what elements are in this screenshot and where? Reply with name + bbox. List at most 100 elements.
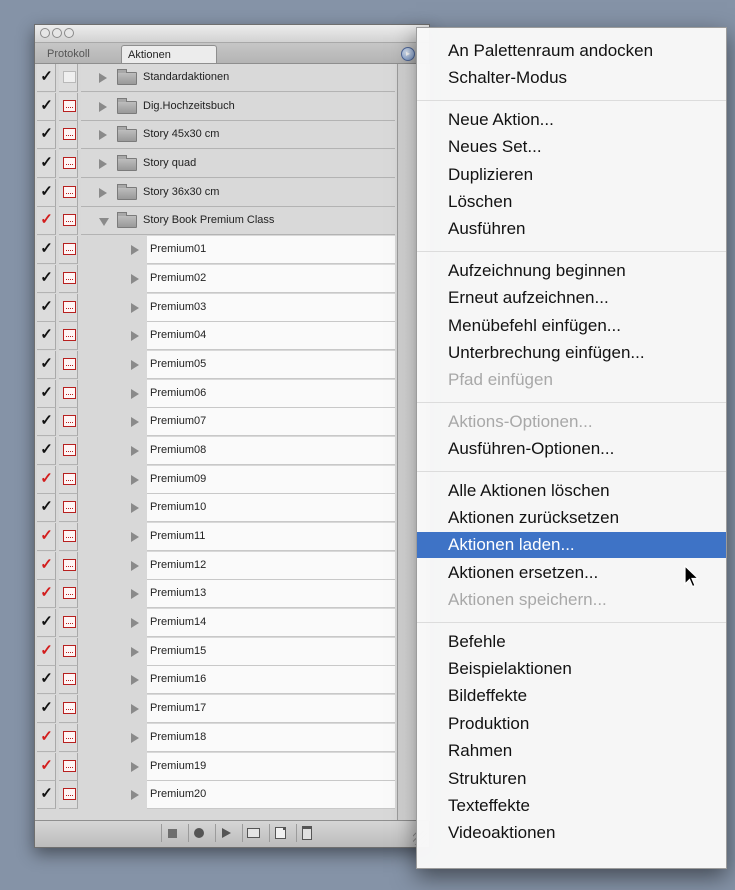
trash-icon[interactable] [302, 826, 312, 840]
menu-item[interactable]: Aktionen zurücksetzen [417, 505, 726, 531]
checkmark-icon[interactable]: ✓ [40, 700, 53, 715]
row-name-cell[interactable]: Premium18 [147, 723, 395, 752]
tab-protokoll[interactable]: Protokoll [41, 45, 125, 63]
checkmark-icon[interactable]: ✓ [40, 442, 53, 457]
action-row[interactable]: ✓ Premium19 [35, 752, 395, 782]
action-set-row[interactable]: ✓ Story Book Premium Class [35, 207, 395, 236]
action-row[interactable]: ✓ Premium07 [35, 408, 395, 437]
toggle-dialog-cell[interactable] [59, 609, 78, 638]
toggle-item-cell[interactable]: ✓ [37, 666, 56, 695]
action-set-row[interactable]: ✓ Dig.Hochzeitsbuch [35, 92, 395, 122]
row-name-cell[interactable]: Story Book Premium Class [81, 207, 395, 236]
checkmark-icon[interactable]: ✓ [40, 241, 53, 256]
menu-item[interactable]: Texteffekte [417, 793, 726, 819]
toggle-dialog-cell[interactable] [59, 350, 78, 379]
menu-item[interactable]: Aktionen laden... [417, 532, 726, 559]
action-row[interactable]: ✓ Premium06 [35, 379, 395, 409]
menu-item[interactable]: Unterbrechung einfügen... [417, 340, 726, 366]
action-set-row[interactable]: ✓ Standardaktionen [35, 64, 395, 93]
toggle-dialog-cell[interactable] [59, 92, 78, 121]
menu-item[interactable]: Neue Aktion... [417, 107, 726, 133]
palette-titlebar[interactable] [35, 25, 429, 43]
disclosure-closed-icon[interactable] [131, 331, 139, 342]
dialog-toggle-icon[interactable] [63, 530, 76, 542]
toggle-item-cell[interactable]: ✓ [37, 752, 56, 781]
dialog-toggle-icon[interactable] [63, 472, 76, 485]
palette-menu-arrow-icon[interactable]: ▸ [401, 47, 415, 61]
disclosure-closed-icon[interactable] [131, 359, 139, 370]
menu-item[interactable]: Produktion [417, 711, 726, 737]
dialog-toggle-icon[interactable] [63, 271, 76, 284]
action-row[interactable]: ✓ Premium16 [35, 666, 395, 695]
toggle-dialog-cell[interactable] [59, 178, 78, 207]
dialog-toggle-icon[interactable] [63, 616, 76, 629]
toggle-item-cell[interactable]: ✓ [37, 150, 56, 179]
dialog-toggle-icon[interactable] [63, 443, 76, 456]
disclosure-closed-icon[interactable] [131, 445, 139, 456]
menu-item[interactable]: Alle Aktionen löschen [417, 478, 726, 504]
dialog-toggle-icon[interactable] [63, 587, 76, 600]
checkmark-icon[interactable]: ✓ [40, 471, 53, 486]
tab-aktionen[interactable]: Aktionen [121, 45, 217, 63]
disclosure-closed-icon[interactable] [131, 245, 139, 256]
checkmark-icon[interactable]: ✓ [40, 729, 53, 744]
toggle-item-cell[interactable]: ✓ [37, 293, 56, 322]
row-name-cell[interactable]: Premium20 [147, 781, 395, 810]
toggle-dialog-cell[interactable] [59, 494, 78, 523]
record-icon[interactable] [194, 828, 204, 838]
dialog-toggle-icon[interactable] [63, 501, 76, 514]
row-name-cell[interactable]: Standardaktionen [81, 64, 395, 92]
menu-item[interactable]: Menübefehl einfügen... [417, 313, 726, 339]
disclosure-closed-icon[interactable] [131, 589, 139, 600]
toggle-dialog-cell[interactable] [59, 322, 78, 351]
checkmark-icon[interactable]: ✓ [40, 557, 53, 572]
toggle-dialog-cell[interactable] [59, 666, 78, 695]
menu-item[interactable]: Erneut aufzeichnen... [417, 285, 726, 311]
checkmark-icon[interactable]: ✓ [40, 499, 53, 514]
menu-item[interactable]: Schalter-Modus [417, 65, 726, 91]
action-row[interactable]: ✓ Premium14 [35, 609, 395, 638]
stop-button[interactable] [161, 824, 182, 842]
menu-item[interactable]: Strukturen [417, 766, 726, 792]
checkmark-icon[interactable]: ✓ [40, 327, 53, 342]
toggle-item-cell[interactable]: ✓ [37, 723, 56, 752]
checkmark-icon[interactable]: ✓ [40, 270, 53, 285]
row-name-cell[interactable]: Story 36x30 cm [81, 178, 395, 207]
checkmark-icon[interactable]: ✓ [40, 212, 53, 227]
toggle-dialog-cell[interactable] [59, 121, 78, 150]
new-set-button[interactable] [242, 824, 263, 842]
action-set-row[interactable]: ✓ Story 36x30 cm [35, 178, 395, 208]
action-row[interactable]: ✓ Premium12 [35, 551, 395, 581]
dialog-toggle-icon[interactable] [63, 300, 76, 313]
dialog-toggle-icon[interactable] [63, 329, 76, 342]
toggle-item-cell[interactable]: ✓ [37, 494, 56, 523]
toggle-dialog-cell[interactable] [59, 723, 78, 752]
menu-item[interactable]: Neues Set... [417, 134, 726, 160]
disclosure-closed-icon[interactable] [99, 187, 107, 198]
disclosure-closed-icon[interactable] [131, 417, 139, 428]
new-action-icon[interactable] [274, 827, 286, 839]
menu-item[interactable]: Duplizieren [417, 162, 726, 188]
disclosure-closed-icon[interactable] [131, 503, 139, 514]
minimize-window-icon[interactable] [52, 28, 62, 38]
action-row[interactable]: ✓ Premium03 [35, 293, 395, 323]
action-row[interactable]: ✓ Premium15 [35, 637, 395, 667]
row-name-cell[interactable]: Premium17 [147, 695, 395, 724]
disclosure-closed-icon[interactable] [131, 532, 139, 542]
action-row[interactable]: ✓ Premium18 [35, 723, 395, 753]
row-name-cell[interactable]: Premium06 [147, 379, 395, 408]
toggle-item-cell[interactable]: ✓ [37, 178, 56, 207]
toggle-dialog-cell[interactable] [59, 379, 78, 408]
dialog-toggle-icon[interactable] [63, 702, 76, 715]
checkmark-icon[interactable]: ✓ [40, 184, 53, 199]
checkmark-icon[interactable]: ✓ [40, 356, 53, 371]
toggle-dialog-cell[interactable] [59, 264, 78, 293]
dialog-toggle-icon[interactable] [63, 415, 76, 428]
menu-item[interactable]: Beispielaktionen [417, 656, 726, 682]
checkmark-icon[interactable]: ✓ [40, 585, 53, 600]
stop-icon[interactable] [167, 828, 177, 838]
toggle-item-cell[interactable]: ✓ [37, 637, 56, 666]
toggle-dialog-cell[interactable] [59, 523, 78, 551]
action-row[interactable]: ✓ Premium08 [35, 436, 395, 466]
row-name-cell[interactable]: Premium13 [147, 580, 395, 609]
